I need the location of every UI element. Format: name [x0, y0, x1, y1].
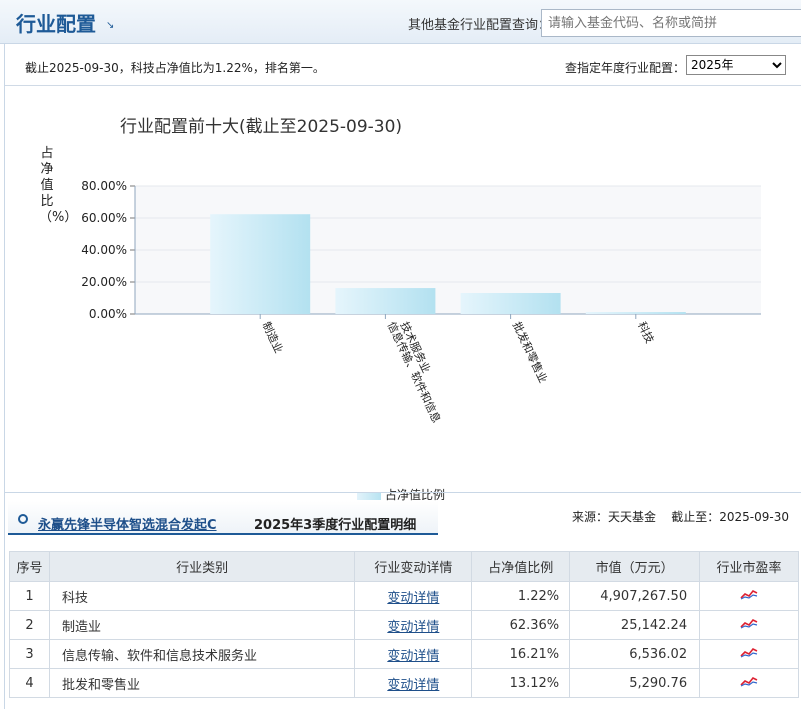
table-cell: 变动详情: [354, 610, 473, 640]
summary-text: 截止2025-09-30，科技占净值比为1.22%，排名第一。: [25, 61, 325, 75]
row-number: 2: [25, 617, 34, 633]
table-cell: [699, 581, 799, 611]
info-bar: 截止2025-09-30，科技占净值比为1.22%，排名第一。 查指定年度行业配…: [5, 44, 801, 86]
pe-trend-icon[interactable]: [740, 617, 758, 629]
row-number: 1: [25, 588, 34, 604]
table-cell: 批发和零售业: [48, 668, 356, 698]
y-tick-label: 60.00%: [81, 211, 127, 225]
page-title: 行业配置: [16, 12, 96, 36]
table-cell: 信息传输、软件和信息技术服务业: [48, 639, 356, 669]
row-pct: 1.22%: [517, 588, 560, 604]
change-detail-link[interactable]: 变动详情: [387, 591, 439, 606]
fund-search-input[interactable]: [541, 9, 801, 37]
row-pct: 62.36%: [509, 617, 560, 633]
query-label: 其他基金行业配置查询：: [408, 18, 552, 33]
table-cell: 62.36%: [471, 610, 571, 640]
bar: [585, 312, 686, 314]
table-cell: [699, 610, 799, 640]
x-tick-label: 批发和零售业: [510, 319, 551, 385]
x-tick-label: 科技: [635, 319, 657, 345]
y-tick-label: 20.00%: [81, 275, 127, 289]
row-market-value: 5,290.76: [629, 675, 688, 691]
page-header: 行业配置 ↘ 其他基金行业配置查询：: [0, 0, 801, 44]
table-cell: 科技: [48, 581, 356, 611]
row-category: 制造业: [61, 619, 101, 635]
chart-area: 行业配置前十大(截止至2025-09-30) 占净值比（%） 80.00% 60.…: [5, 86, 801, 502]
year-select[interactable]: 2025年: [686, 55, 786, 75]
table-header-row: 序号 行业类别 行业变动详情 占净值比例 市值（万元） 行业市盈率: [9, 551, 799, 582]
col-header: 行业类别: [48, 551, 356, 582]
row-pct: 16.21%: [509, 646, 560, 662]
row-market-value: 4,907,267.50: [600, 588, 688, 604]
row-category: 信息传输、软件和信息技术服务业: [61, 648, 257, 664]
table-cell: 16.21%: [471, 639, 571, 669]
table-row: 3 信息传输、软件和信息技术服务业 变动详情 16.21% 6,536.02: [9, 639, 799, 669]
table-cell: 25,142.24: [569, 610, 701, 640]
table-row: 2 制造业 变动详情 62.36% 25,142.24: [9, 610, 799, 640]
table-row: 1 科技 变动详情 1.22% 4,907,267.50: [9, 581, 799, 611]
table-cell: 变动详情: [354, 668, 473, 698]
table-row: 4 批发和零售业 变动详情 13.12% 5,290.76: [9, 668, 799, 698]
row-category: 科技: [61, 590, 88, 606]
y-tick-label: 80.00%: [81, 179, 127, 193]
year-label: 查指定年度行业配置：: [565, 61, 686, 75]
corner-arrow-icon[interactable]: ↘: [106, 20, 114, 31]
col-header: 序号: [9, 551, 50, 582]
col-header: 行业市盈率: [699, 551, 799, 582]
table-cell: 制造业: [48, 610, 356, 640]
bar-chart: 80.00%60.00%40.00%20.00%0.00%制造业 信息传输、软件和…: [81, 179, 761, 425]
fund-name-link[interactable]: 永赢先锋半导体智选混合发起C: [38, 514, 217, 533]
table-cell: 3: [9, 639, 50, 669]
table-cell: [699, 668, 799, 698]
y-tick-label: 40.00%: [81, 243, 127, 257]
x-tick-label: 制造业: [259, 319, 286, 355]
y-tick-label: 0.00%: [89, 307, 127, 321]
table-cell: 5,290.76: [569, 668, 701, 698]
table-cell: 13.12%: [471, 668, 571, 698]
col-header: 市值（万元）: [569, 551, 701, 582]
pe-trend-icon[interactable]: [740, 675, 758, 687]
change-detail-link[interactable]: 变动详情: [387, 649, 439, 664]
col-header: 行业变动详情: [354, 551, 473, 582]
bar: [210, 214, 311, 314]
pe-trend-icon[interactable]: [740, 646, 758, 658]
table-cell: 1: [9, 581, 50, 611]
circle-bullet-icon: [18, 514, 28, 524]
col-header: 占净值比例: [471, 551, 571, 582]
bar: [335, 288, 436, 314]
row-number: 3: [25, 646, 34, 662]
row-category: 批发和零售业: [61, 677, 140, 693]
table-cell: 1.22%: [471, 581, 571, 611]
row-market-value: 25,142.24: [620, 617, 688, 633]
detail-header: 永赢先锋半导体智选混合发起C 2025年3季度行业配置明细 来源：天天基金 截止…: [4, 492, 801, 538]
table-cell: 6,536.02: [569, 639, 701, 669]
change-detail-link[interactable]: 变动详情: [387, 678, 439, 693]
table-cell: 4,907,267.50: [569, 581, 701, 611]
detail-title: 2025年3季度行业配置明细: [254, 518, 417, 533]
row-number: 4: [25, 675, 34, 691]
table-cell: 4: [9, 668, 50, 698]
table-cell: [699, 639, 799, 669]
row-pct: 13.12%: [509, 675, 560, 691]
row-market-value: 6,536.02: [629, 646, 688, 662]
pe-trend-icon[interactable]: [740, 588, 758, 600]
table-cell: 变动详情: [354, 639, 473, 669]
table-cell: 2: [9, 610, 50, 640]
source-text: 来源：天天基金 截止至：2025-09-30: [572, 510, 789, 524]
table-cell: 变动详情: [354, 581, 473, 611]
detail-table: 序号 行业类别 行业变动详情 占净值比例 市值（万元） 行业市盈率 1 科技 变动详…: [9, 551, 799, 698]
bar: [460, 293, 561, 314]
change-detail-link[interactable]: 变动详情: [387, 620, 439, 635]
